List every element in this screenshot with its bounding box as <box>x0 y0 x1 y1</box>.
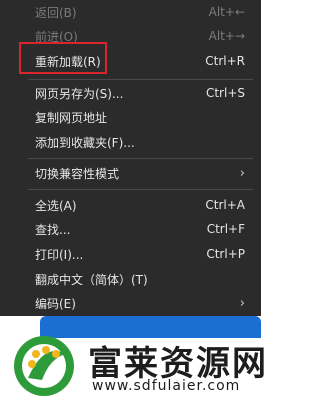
menu-item-shortcut: Ctrl+S <box>205 86 245 100</box>
menu-item-compat-mode[interactable]: 切换兼容性模式 › <box>0 161 261 185</box>
menu-item-shortcut: Alt+← <box>208 5 245 19</box>
menu-item-save-as[interactable]: 网页另存为(S)... Ctrl+S <box>0 81 261 105</box>
menu-item-select-all[interactable]: 全选(A) Ctrl+A <box>0 193 261 217</box>
menu-item-label: 网页另存为(S)... <box>35 86 124 101</box>
menu-item-back[interactable]: 返回(B) Alt+← <box>0 0 261 24</box>
menu-item-label: 全选(A) <box>35 198 77 213</box>
menu-item-label: 查找... <box>35 222 71 237</box>
menu-item-copy-url[interactable]: 复制网页地址 <box>0 105 261 129</box>
menu-item-label: 编码(E) <box>35 296 76 311</box>
menu-item-label: 复制网页地址 <box>35 110 108 125</box>
menu-item-shortcut: Ctrl+R <box>205 54 245 68</box>
menu-item-shortcut: Ctrl+P <box>206 247 245 261</box>
menu-item-shortcut: Ctrl+A <box>205 198 245 212</box>
menu-item-label: 添加到收藏夹(F)... <box>35 135 135 150</box>
menu-separator <box>28 158 253 159</box>
menu-item-translate[interactable]: 翻成中文（简体）(T) <box>0 267 261 291</box>
brand-logo-icon <box>14 336 74 396</box>
context-menu: 返回(B) Alt+← 前进(O) Alt+→ 重新加载(R) Ctrl+R 网… <box>0 0 261 316</box>
menu-item-label: 切换兼容性模式 <box>35 166 120 181</box>
highlight-box <box>19 42 107 74</box>
menu-item-print[interactable]: 打印(I)... Ctrl+P <box>0 242 261 266</box>
brand-site-url: www.sdfulaier.com <box>92 378 241 394</box>
menu-item-encoding[interactable]: 编码(E) › <box>0 291 261 315</box>
chevron-right-icon: › <box>239 165 245 181</box>
menu-item-label: 打印(I)... <box>35 247 84 262</box>
menu-item-shortcut: Ctrl+F <box>206 222 245 236</box>
chevron-right-icon: › <box>239 295 245 311</box>
menu-separator <box>28 79 253 80</box>
menu-separator <box>28 189 253 190</box>
menu-item-add-favorite[interactable]: 添加到收藏夹(F)... <box>0 130 261 154</box>
menu-item-shortcut: Alt+→ <box>208 29 245 43</box>
menu-item-label: 返回(B) <box>35 5 77 20</box>
menu-item-label: 翻成中文（简体）(T) <box>35 272 148 287</box>
menu-item-find[interactable]: 查找... Ctrl+F <box>0 217 261 241</box>
